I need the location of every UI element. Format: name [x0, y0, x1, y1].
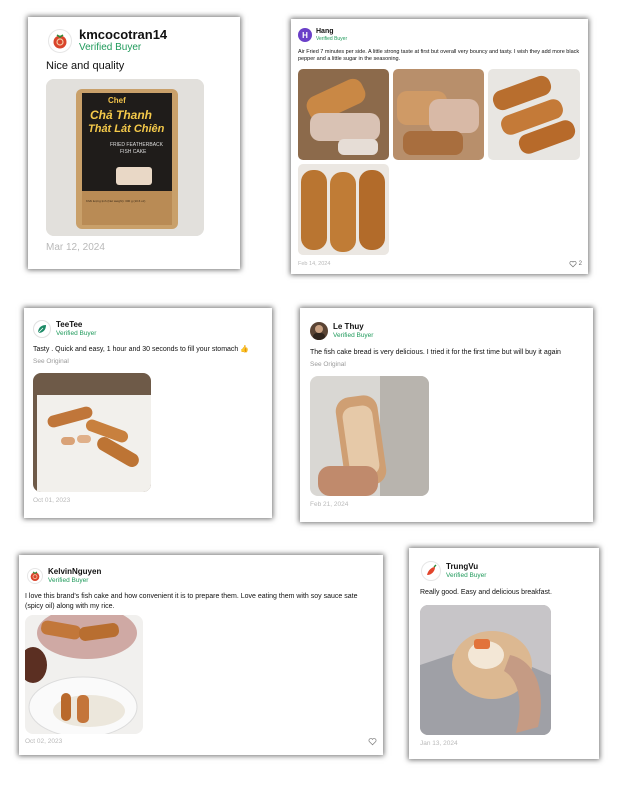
review-text: The fish cake bread is very delicious. I…	[310, 349, 561, 356]
review-text: I love this brand's fish cake and how co…	[25, 593, 358, 611]
review-header: kmcocotran14 Verified Buyer	[48, 27, 167, 54]
review-date: Feb 14, 2024	[298, 261, 331, 267]
review-card-2: H Hang Verified Buyer Air Fried 7 minute…	[291, 19, 588, 274]
review-text: Really good. Easy and delicious breakfas…	[420, 589, 552, 596]
package-title-1: Chả Thanh	[90, 108, 152, 122]
review-header: Le Thuy Verified Buyer	[310, 322, 373, 340]
username[interactable]: TeeTee	[56, 320, 96, 330]
review-card-5: KelvinNguyen Verified Buyer I love this …	[19, 555, 383, 755]
review-text: Nice and quality	[46, 60, 125, 72]
username[interactable]: KelvinNguyen	[48, 567, 101, 577]
heart-icon	[368, 738, 377, 746]
package-subtitle-1: FRIED FEATHERBACK	[110, 142, 163, 148]
review-date: Jan 13, 2024	[420, 740, 458, 747]
like-count: 2	[578, 261, 582, 267]
review-date: Oct 01, 2023	[33, 497, 71, 504]
like-button[interactable]	[368, 737, 377, 746]
tomato-avatar-icon[interactable]	[48, 29, 72, 54]
review-photo[interactable]	[25, 615, 143, 734]
review-photo[interactable]	[310, 376, 429, 496]
review-photo[interactable]	[488, 69, 580, 160]
review-photo[interactable]	[298, 164, 389, 255]
review-date: Mar 12, 2024	[46, 242, 105, 253]
username[interactable]: TrungVu	[446, 562, 486, 572]
chili-avatar-icon[interactable]	[421, 561, 441, 581]
review-photo[interactable]: Chef Chả Thanh Thát Lát Chiên FRIED FEAT…	[46, 79, 204, 236]
username[interactable]: Le Thuy	[333, 322, 373, 332]
review-header: TeeTee Verified Buyer	[33, 320, 96, 338]
leaf-avatar-icon[interactable]	[33, 320, 51, 338]
review-text: Air Fried 7 minutes per side. A little s…	[298, 49, 580, 63]
username[interactable]: kmcocotran14	[79, 27, 167, 42]
user-avatar[interactable]: H	[298, 28, 312, 42]
verified-badge: Verified Buyer	[316, 35, 348, 42]
review-header: H Hang Verified Buyer	[298, 28, 347, 42]
tomato-avatar-icon[interactable]	[27, 568, 43, 585]
review-card-4: Le Thuy Verified Buyer The fish cake bre…	[300, 308, 593, 522]
see-original-link[interactable]: See Original	[33, 358, 69, 365]
see-original-link[interactable]: See Original	[310, 361, 346, 368]
review-card-6: TrungVu Verified Buyer Really good. Easy…	[409, 548, 599, 759]
review-date: Feb 21, 2024	[310, 501, 349, 508]
package-subtitle-2: FISH CAKE	[120, 149, 147, 155]
review-header: KelvinNguyen Verified Buyer	[27, 567, 101, 585]
verified-badge: Verified Buyer	[56, 329, 97, 337]
review-card-1: kmcocotran14 Verified Buyer Nice and qua…	[28, 17, 240, 269]
heart-icon	[569, 261, 577, 268]
review-date: Oct 02, 2023	[25, 738, 63, 745]
review-photo[interactable]	[33, 373, 151, 492]
review-photo[interactable]	[420, 605, 551, 735]
review-photo[interactable]	[393, 69, 484, 160]
verified-badge: Verified Buyer	[79, 42, 142, 54]
package-title-2: Thát Lát Chiên	[88, 123, 165, 135]
package-weight: Khối lượng tịnh (Net weight): 300 g (10.…	[86, 199, 146, 203]
review-card-3: TeeTee Verified Buyer Tasty . Quick and …	[24, 308, 272, 518]
username[interactable]: Hang	[316, 28, 347, 36]
review-photo[interactable]	[298, 69, 389, 160]
package-brand: Chef	[108, 96, 126, 105]
user-avatar[interactable]	[310, 322, 328, 340]
review-header: TrungVu Verified Buyer	[421, 561, 486, 581]
like-button[interactable]: 2	[569, 260, 582, 268]
verified-badge: Verified Buyer	[48, 576, 89, 584]
verified-badge: Verified Buyer	[446, 571, 487, 579]
verified-badge: Verified Buyer	[333, 331, 374, 339]
review-text: Tasty . Quick and easy, 1 hour and 30 se…	[33, 346, 249, 353]
